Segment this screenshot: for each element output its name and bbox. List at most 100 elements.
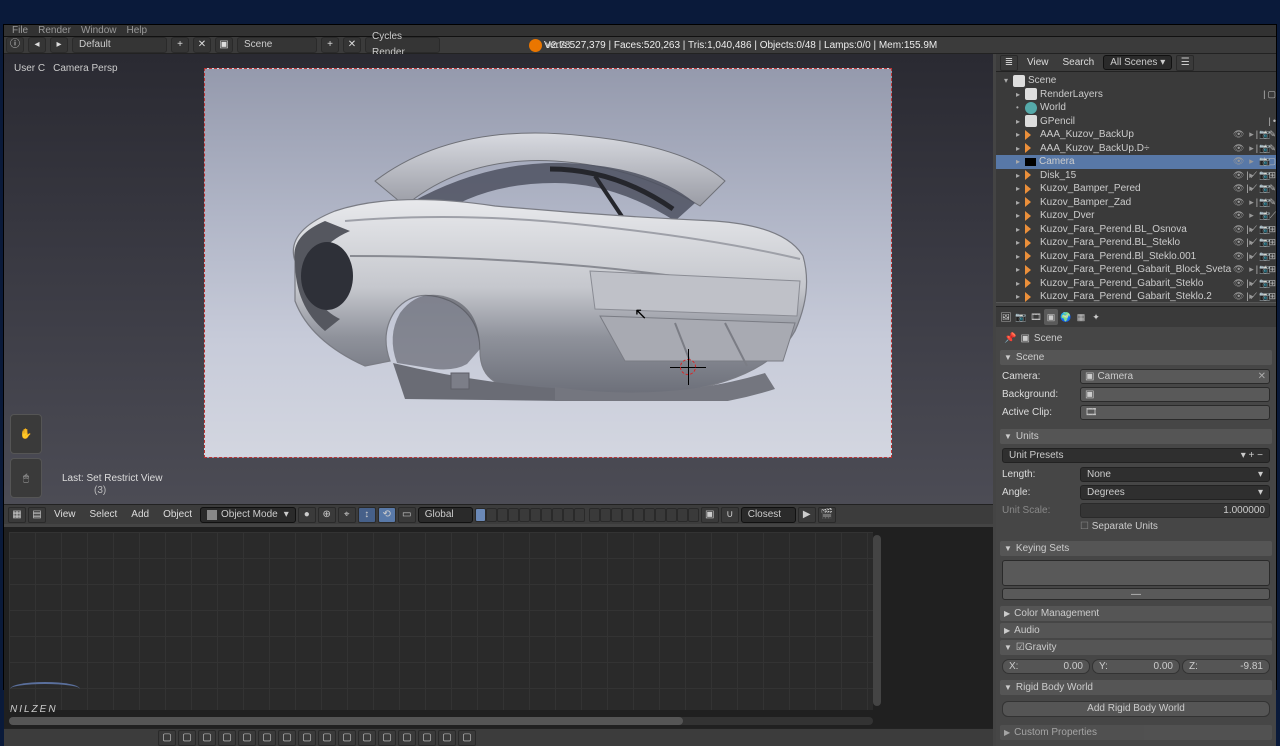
outliner-row[interactable]: ▸Kuzov_Dver|⟋👁▸📷 <box>996 209 1276 223</box>
manip-icon[interactable]: ⌖ <box>338 507 356 523</box>
layer-button[interactable] <box>600 508 611 522</box>
layer-button[interactable] <box>497 508 508 522</box>
outliner-row[interactable]: ▸Kuzov_Fara_Perend_Gabarit_Steklo.2|⟋✎⊞👁… <box>996 290 1276 302</box>
manip-scale-icon[interactable]: ▭ <box>398 507 416 523</box>
outliner-row[interactable]: ▾Scene <box>996 74 1276 88</box>
uv-header-icon[interactable]: ▢ <box>178 730 196 746</box>
layer-button[interactable] <box>644 508 655 522</box>
layer-button[interactable] <box>611 508 622 522</box>
layer-button[interactable] <box>486 508 497 522</box>
layer-button[interactable] <box>688 508 699 522</box>
3d-viewport[interactable]: User C Camera Persp ✋ 🖱 Last: Set Restri… <box>4 54 993 504</box>
uv-header-icon[interactable]: ▢ <box>158 730 176 746</box>
layer-button[interactable] <box>541 508 552 522</box>
layer-button[interactable] <box>508 508 519 522</box>
unit-scale[interactable]: 1.000000 <box>1080 503 1270 518</box>
outliner-row[interactable]: ▸Disk_15|⟋✎⊞👁▸📷 <box>996 169 1276 183</box>
scene-icon[interactable]: ▣ <box>215 37 233 53</box>
uv-header-icon[interactable]: ▢ <box>278 730 296 746</box>
outliner-row[interactable]: ▸AAA_Kuzov_BackUp.D÷|⟋✎👁▸📷 <box>996 142 1276 156</box>
outliner-view[interactable]: View <box>1022 57 1054 68</box>
uv-header-icon[interactable]: ▢ <box>358 730 376 746</box>
panel-scene-hdr[interactable]: ▼Scene <box>1000 350 1272 365</box>
panel-color-hdr[interactable]: ▶Color Management <box>1000 606 1272 621</box>
vh-object[interactable]: Object <box>157 509 198 520</box>
uv-header-icon[interactable]: ▢ <box>458 730 476 746</box>
vh-view[interactable]: View <box>48 509 82 520</box>
layout-select[interactable]: Default <box>72 37 167 53</box>
outliner-row[interactable]: ▸GPencil|• <box>996 115 1276 129</box>
uv-header-icon[interactable]: ▢ <box>258 730 276 746</box>
render-anim-icon[interactable]: 🎬 <box>818 507 836 523</box>
layout-add-icon[interactable]: + <box>171 37 189 53</box>
props-tab[interactable]: 🖼 <box>999 309 1013 325</box>
angle-select[interactable]: Degrees▾ <box>1080 485 1270 500</box>
add-rigid-body-btn[interactable]: Add Rigid Body World <box>1002 701 1270 717</box>
outliner-row[interactable]: ▸Kuzov_Fara_Perend_Gabarit_Steklo|⟋✎⊞👁▸📷 <box>996 277 1276 291</box>
uv-header-icon[interactable]: ▢ <box>378 730 396 746</box>
manip-rotate-icon[interactable]: ⟲ <box>378 507 396 523</box>
layer-button[interactable] <box>530 508 541 522</box>
orientation-select[interactable]: Global <box>418 507 473 523</box>
menu-help[interactable]: Help <box>127 25 148 36</box>
ndof-mouse-icon[interactable]: 🖱 <box>10 458 42 498</box>
props-tab[interactable]: 📷 <box>1014 309 1028 325</box>
layer-button[interactable] <box>677 508 688 522</box>
uv-hscroll[interactable] <box>9 717 873 725</box>
outliner-editor-icon[interactable]: ≣ <box>1000 55 1018 71</box>
editor-type-icon[interactable]: ⓘ <box>6 37 24 53</box>
engine-select[interactable]: Cycles Render <box>365 37 440 53</box>
panel-gravity-hdr[interactable]: ▼☑ Gravity <box>1000 640 1272 655</box>
uv-header-icon[interactable]: ▢ <box>438 730 456 746</box>
layer-button[interactable] <box>666 508 677 522</box>
lock-layers-icon[interactable]: ▣ <box>701 507 719 523</box>
layout-del-icon[interactable]: ✕ <box>193 37 211 53</box>
gravity-xyz[interactable]: X:0.00 Y:0.00 Z:-9.81 <box>1002 659 1270 674</box>
camera-field[interactable]: ▣ Camera✕ <box>1080 369 1270 384</box>
uv-header-icon[interactable]: ▢ <box>298 730 316 746</box>
keying-list[interactable] <box>1002 560 1270 586</box>
clip-field[interactable]: 🎞 <box>1080 405 1270 420</box>
uv-grid[interactable] <box>9 532 873 710</box>
vh-add[interactable]: Add <box>125 509 155 520</box>
panel-keying-hdr[interactable]: ▼Keying Sets <box>1000 541 1272 556</box>
outliner-row[interactable]: ▸RenderLayers|▢ <box>996 88 1276 102</box>
menu-file[interactable]: File <box>12 25 28 36</box>
background-field[interactable]: ▣ <box>1080 387 1270 402</box>
uv-header-icon[interactable]: ▢ <box>218 730 236 746</box>
uv-header-icon[interactable]: ▢ <box>418 730 436 746</box>
uv-vscroll[interactable] <box>873 535 881 706</box>
uv-header-icon[interactable]: ▢ <box>338 730 356 746</box>
props-tab[interactable]: ▦ <box>1074 309 1088 325</box>
length-select[interactable]: None▾ <box>1080 467 1270 482</box>
layer-button[interactable] <box>622 508 633 522</box>
uv-header-icon[interactable]: ▢ <box>238 730 256 746</box>
outliner-row[interactable]: ▸AAA_Kuzov_BackUp|⟋✎👁▸📷 <box>996 128 1276 142</box>
back-icon[interactable]: ◂ <box>28 37 46 53</box>
props-tab[interactable]: ▣ <box>1044 309 1058 325</box>
outliner-filter[interactable]: All Scenes ▾ <box>1103 55 1172 70</box>
panel-rigid-hdr[interactable]: ▼Rigid Body World <box>1000 680 1272 695</box>
mode-select[interactable]: Object Mode▾ <box>200 507 296 523</box>
props-tab[interactable]: 🌍 <box>1059 309 1073 325</box>
menu-window[interactable]: Window <box>81 25 117 36</box>
scene-del-icon[interactable]: ✕ <box>343 37 361 53</box>
snap-select[interactable]: Closest <box>741 507 796 523</box>
pivot-icon[interactable]: ⊕ <box>318 507 336 523</box>
layer-button[interactable] <box>519 508 530 522</box>
layer-button[interactable] <box>574 508 585 522</box>
layer-button[interactable] <box>475 508 486 522</box>
pin-icon[interactable]: 📌 <box>1004 333 1016 344</box>
menu-render[interactable]: Render <box>38 25 71 36</box>
outliner-row[interactable]: ▸Kuzov_Fara_Perend.BL_Osnova|⟋✎⊞👁▸📷 <box>996 223 1276 237</box>
outliner-row[interactable]: ▸Kuzov_Fara_Perend_Gabarit_Block_Sveta|⟋… <box>996 263 1276 277</box>
outliner-row[interactable]: ▸Kuzov_Fara_Perend.Bl_Steklo.001|⟋✎⊞👁▸📷 <box>996 250 1276 264</box>
panel-units-hdr[interactable]: ▼Units <box>1000 429 1272 444</box>
outliner-row[interactable]: ▸Kuzov_Bamper_Zad|⟋✎👁▸📷 <box>996 196 1276 210</box>
scene-select[interactable]: Scene <box>237 37 317 53</box>
layer-button[interactable] <box>655 508 666 522</box>
panel-audio-hdr[interactable]: ▶Audio <box>1000 623 1272 638</box>
collapse-icon[interactable]: ▤ <box>28 507 46 523</box>
fwd-icon[interactable]: ▸ <box>50 37 68 53</box>
ndof-hand-icon[interactable]: ✋ <box>10 414 42 454</box>
